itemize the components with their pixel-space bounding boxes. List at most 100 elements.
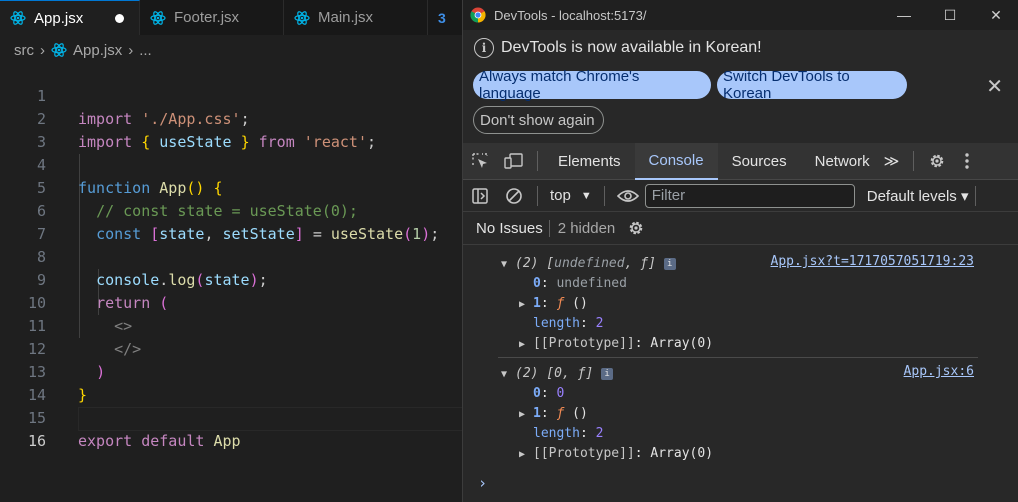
info-badge-icon: i bbox=[601, 367, 614, 380]
close-window-button[interactable]: ✕ bbox=[973, 0, 1018, 30]
array-preview[interactable]: ▼ (2) [undefined, ƒ] i bbox=[501, 254, 676, 274]
unsaved-dot-icon[interactable] bbox=[115, 13, 125, 23]
collapsed-triangle-icon: ▶ bbox=[519, 339, 526, 350]
code-line: 7 bbox=[0, 200, 462, 243]
css-icon: 3 bbox=[438, 9, 446, 26]
react-icon bbox=[150, 10, 166, 25]
array-entry[interactable]: ▶ 1: ƒ () bbox=[519, 404, 588, 424]
console-prompt[interactable]: › bbox=[478, 474, 487, 492]
react-icon bbox=[294, 10, 310, 25]
kebab-menu-icon[interactable] bbox=[954, 143, 980, 180]
info-icon: i bbox=[474, 38, 494, 58]
code-area[interactable]: 1 import './App.css'; 2 import { useStat… bbox=[0, 62, 462, 450]
window-title: DevTools - localhost:5173/ bbox=[494, 7, 647, 23]
tab-footer-jsx[interactable]: Footer.jsx bbox=[140, 0, 284, 35]
message-separator bbox=[498, 357, 978, 358]
line-number: 16 bbox=[27, 432, 46, 450]
clear-console-icon[interactable] bbox=[497, 180, 531, 212]
inspect-element-icon[interactable] bbox=[463, 143, 497, 180]
code-line: 3 bbox=[0, 108, 462, 151]
code-line: 9 return ( bbox=[0, 246, 462, 312]
minimize-button[interactable]: — bbox=[881, 0, 927, 30]
array-entry: 0: undefined bbox=[533, 276, 627, 291]
array-entry[interactable]: ▶ 1: ƒ () bbox=[519, 294, 588, 314]
infobar-message: DevTools is now available in Korean! bbox=[501, 39, 762, 56]
settings-gear-icon[interactable] bbox=[920, 143, 954, 180]
code-line: 13 } bbox=[0, 338, 462, 404]
code-line: 4 function App() { bbox=[0, 131, 462, 197]
tab-elements[interactable]: Elements bbox=[544, 143, 635, 180]
caret-down-icon: ▼ bbox=[580, 189, 592, 202]
close-infobar-button[interactable]: ✕ bbox=[986, 74, 1003, 99]
issues-bar: No Issues 2 hidden bbox=[463, 212, 1018, 245]
source-link[interactable]: App.jsx?t=1717057051719:23 bbox=[771, 254, 975, 269]
collapsed-triangle-icon: ▶ bbox=[519, 449, 526, 460]
filter-input[interactable]: Filter bbox=[644, 183, 855, 208]
breadcrumb-more[interactable]: ... bbox=[139, 42, 152, 59]
code-line: 10 <> bbox=[0, 269, 462, 335]
react-icon bbox=[51, 43, 67, 57]
switch-to-korean-button[interactable]: Switch DevTools to Korean bbox=[717, 68, 907, 102]
code-line: 5 // const state = useState(0); bbox=[0, 154, 462, 220]
editor-tab-bar: App.jsx Footer.jsx Main.jsx 3 bbox=[0, 0, 462, 35]
code-line: 14 bbox=[0, 361, 462, 404]
chevron-right-icon: › bbox=[128, 41, 134, 59]
hidden-count: 2 hidden bbox=[548, 219, 615, 237]
language-infobar: i DevTools is now available in Korean! A… bbox=[463, 30, 1018, 143]
array-entry: length: 2 bbox=[533, 426, 604, 441]
code-line: 12 ) bbox=[0, 315, 462, 381]
tab-network[interactable]: Network bbox=[801, 143, 876, 180]
always-match-language-button[interactable]: Always match Chrome's language bbox=[473, 68, 711, 102]
tab-main-jsx[interactable]: Main.jsx bbox=[284, 0, 428, 35]
breadcrumb-folder[interactable]: src bbox=[14, 42, 34, 59]
code-line: 11 </> bbox=[0, 292, 462, 358]
toolbar-divider bbox=[537, 185, 538, 206]
code-line: 6 const [state, setState] = useState(1); bbox=[0, 177, 462, 243]
devtools-title-bar[interactable]: DevTools - localhost:5173/ — ☐ ✕ bbox=[463, 0, 1018, 30]
console-settings-gear-icon[interactable] bbox=[627, 219, 645, 237]
tab-label: Main.jsx bbox=[318, 9, 374, 26]
code-line: 15 export default App bbox=[0, 384, 462, 450]
more-tabs-icon[interactable]: ≫ bbox=[876, 143, 908, 180]
context-selector[interactable]: top ▼ bbox=[544, 187, 598, 204]
context-label: top bbox=[550, 187, 571, 204]
breadcrumb: src › App.jsx › ... bbox=[0, 37, 152, 63]
sidebar-toggle-icon[interactable] bbox=[463, 180, 497, 212]
source-link[interactable]: App.jsx:6 bbox=[904, 364, 974, 379]
array-preview[interactable]: ▼ (2) [0, ƒ] i bbox=[501, 364, 614, 384]
issues-label[interactable]: No Issues bbox=[476, 220, 543, 237]
array-entry: length: 2 bbox=[533, 316, 604, 331]
code-line-current[interactable]: 16 bbox=[0, 407, 462, 450]
toolbar-divider bbox=[603, 185, 605, 206]
eye-icon[interactable] bbox=[611, 180, 645, 212]
devtools-window: DevTools - localhost:5173/ — ☐ ✕ i DevTo… bbox=[462, 0, 1018, 502]
chevron-right-icon: › bbox=[40, 41, 45, 59]
devtools-tab-bar: Elements Console Sources Network ≫ bbox=[463, 142, 1018, 180]
expanded-triangle-icon: ▼ bbox=[501, 259, 508, 270]
toolbar-divider bbox=[974, 185, 976, 206]
collapsed-triangle-icon: ▶ bbox=[519, 299, 526, 310]
toolbar-divider bbox=[913, 151, 915, 171]
breadcrumb-file[interactable]: App.jsx bbox=[73, 42, 122, 59]
console-output: ▼ (2) [undefined, ƒ] i App.jsx?t=17170570… bbox=[463, 245, 1018, 502]
info-badge-icon: i bbox=[663, 257, 676, 270]
code-line: 2 import { useState } from 'react'; bbox=[0, 85, 462, 151]
array-entry[interactable]: ▶ [[Prototype]]: Array(0) bbox=[519, 334, 713, 354]
expanded-triangle-icon: ▼ bbox=[501, 369, 508, 380]
maximize-button[interactable]: ☐ bbox=[927, 0, 973, 30]
code-line: 1 import './App.css'; bbox=[0, 62, 462, 128]
tab-app-jsx[interactable]: App.jsx bbox=[0, 0, 140, 35]
console-toolbar: top ▼ Filter Default levels ▾ bbox=[463, 180, 1018, 212]
tab-console[interactable]: Console bbox=[634, 142, 718, 180]
toolbar-divider bbox=[537, 151, 538, 171]
array-entry[interactable]: ▶ [[Prototype]]: Array(0) bbox=[519, 444, 713, 464]
tab-label: Footer.jsx bbox=[174, 9, 240, 26]
chrome-icon bbox=[470, 7, 486, 23]
tab-sources[interactable]: Sources bbox=[718, 143, 801, 180]
dont-show-again-button[interactable]: Don't show again bbox=[473, 106, 604, 134]
tab-css-file[interactable]: 3 bbox=[428, 0, 462, 35]
default-levels-dropdown[interactable]: Default levels ▾ bbox=[867, 187, 969, 205]
code-editor: App.jsx Footer.jsx Main.jsx 3 src › App.… bbox=[0, 0, 462, 502]
array-entry: 0: 0 bbox=[533, 386, 565, 401]
device-toolbar-icon[interactable] bbox=[497, 143, 531, 180]
